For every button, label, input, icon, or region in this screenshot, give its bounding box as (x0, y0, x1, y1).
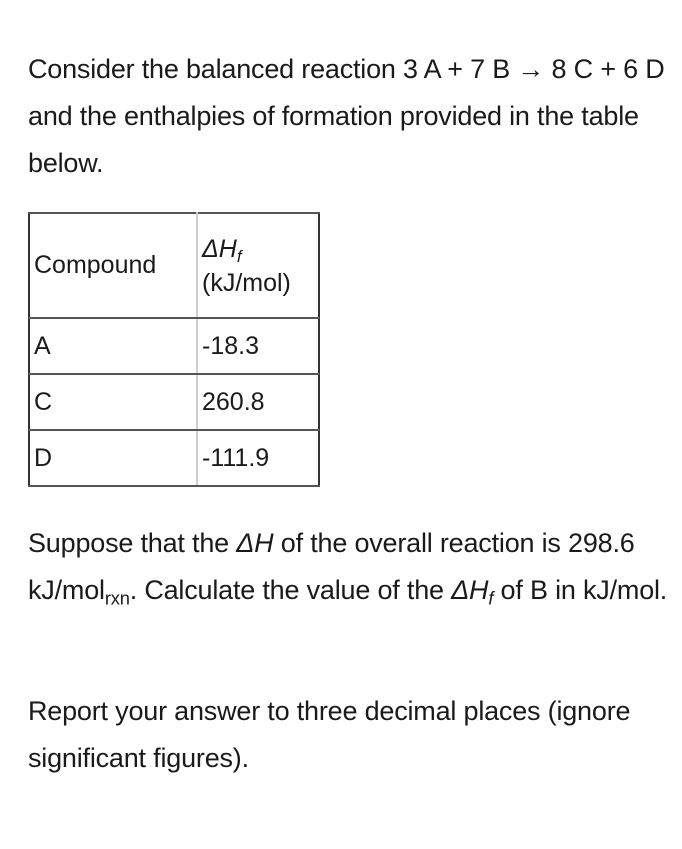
table-row: A -18.3 (29, 317, 319, 375)
cell-enthalpy: -18.3 (197, 317, 319, 375)
cell-compound: A (29, 317, 198, 375)
cell-compound: D (29, 429, 198, 487)
header-enthalpy-symbol: ΔHf (202, 234, 242, 266)
enthalpy-table: Compound ΔHf (kJ/mol) A -18.3 C 260.8 D … (28, 212, 320, 487)
cell-enthalpy: 260.8 (197, 373, 319, 431)
intro-paragraph: Consider the balanced reaction 3 A + 7 B… (28, 54, 665, 178)
table-row: D -111.9 (29, 429, 319, 487)
table-header-row: Compound ΔHf (kJ/mol) (29, 212, 319, 319)
header-enthalpy: ΔHf (kJ/mol) (197, 212, 319, 319)
header-compound: Compound (29, 212, 198, 319)
cell-enthalpy: -111.9 (197, 429, 319, 487)
question-paragraph: Suppose that the ΔH of the overall react… (28, 528, 668, 609)
cell-compound: C (29, 373, 198, 431)
table-row: C 260.8 (29, 373, 319, 431)
header-enthalpy-unit: (kJ/mol) (202, 268, 291, 297)
instruction-paragraph: Report your answer to three decimal plac… (28, 696, 631, 773)
